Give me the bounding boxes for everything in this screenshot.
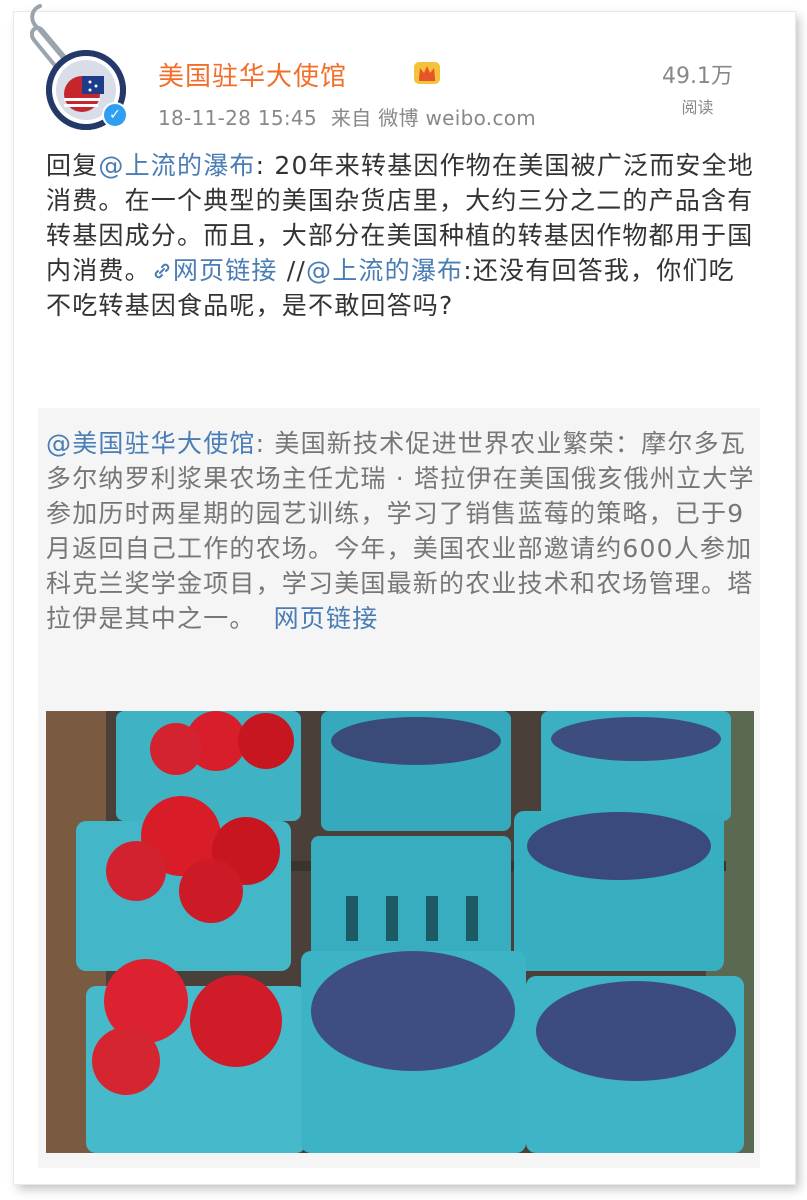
account-name[interactable]: 美国驻华大使馆 xyxy=(158,56,347,93)
mention-link[interactable]: @美国驻华大使馆 xyxy=(46,429,256,458)
read-count: 49.1万 xyxy=(662,64,733,89)
basket-top-center xyxy=(321,711,511,831)
berries-photo[interactable] xyxy=(46,711,754,1153)
basket-bottom-center xyxy=(301,951,526,1153)
post-body: 回复@上流的瀑布: 20年来转基因作物在美国被广泛而安全地消费。在一个典型的美国… xyxy=(46,148,761,323)
web-link-label: 网页链接 xyxy=(172,256,278,285)
repost-block[interactable]: @美国驻华大使馆: 美国新技术促进世界农业繁荣：摩尔多瓦多尔纳罗利浆果农场主任尤… xyxy=(38,408,760,1168)
mention-link[interactable]: @上流的瀑布 xyxy=(98,151,255,180)
post-header: ✓ 美国驻华大使馆 18-11-28 15:45 来自 微博 weibo.com … xyxy=(46,50,761,130)
post-meta: 18-11-28 15:45 来自 微博 weibo.com xyxy=(158,102,550,131)
web-link[interactable]: 网页链接 xyxy=(274,604,379,633)
basket-top-left xyxy=(116,711,301,821)
repost-body: @美国驻华大使馆: 美国新技术促进世界农业繁荣：摩尔多瓦多尔纳罗利浆果农场主任尤… xyxy=(46,426,756,636)
source-label[interactable]: 来自 微博 weibo.com xyxy=(331,106,536,130)
mention-link[interactable]: @上流的瀑布 xyxy=(306,256,463,285)
repost-text: : 美国新技术促进世界农业繁荣：摩尔多瓦多尔纳罗利浆果农场主任尤瑞 · 塔拉伊在… xyxy=(46,429,755,633)
web-link[interactable]: 网页链接 xyxy=(151,256,278,285)
read-counter: 49.1万 阅读 xyxy=(662,58,733,118)
basket-top-right xyxy=(541,711,731,821)
link-icon xyxy=(154,263,170,279)
read-label: 阅读 xyxy=(681,98,714,117)
reply-prefix: 回复 xyxy=(46,151,99,180)
verified-badge-icon: ✓ xyxy=(102,102,128,128)
basket-bottom-right xyxy=(526,976,744,1153)
separator: // xyxy=(277,256,307,285)
timestamp: 18-11-28 15:45 xyxy=(158,106,317,130)
basket-middle-left xyxy=(76,796,291,971)
basket-bottom-left xyxy=(86,959,306,1153)
basket-middle-right xyxy=(514,811,724,971)
crown-icon[interactable] xyxy=(412,58,442,88)
